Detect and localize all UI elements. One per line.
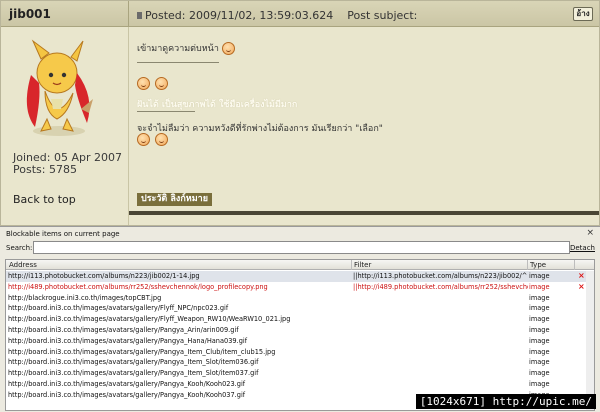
grin-icon: [154, 133, 168, 146]
row-address: http://board.ini3.co.th/images/avatars/g…: [8, 379, 246, 388]
divider: [137, 111, 195, 112]
post-icon: [137, 12, 142, 19]
row-type: image: [529, 336, 550, 345]
forum-post: jib001 Posted: 2009/11/02, 13:59:03.624 …: [0, 0, 600, 226]
vertical-scrollbar[interactable]: [586, 271, 594, 410]
table-row[interactable]: http://board.ini3.co.th/images/avatars/g…: [6, 303, 594, 314]
row-type: image: [529, 315, 550, 324]
search-label: Search:: [6, 244, 33, 252]
post-subject-label: Post subject:: [347, 9, 418, 22]
table-header: Address Filter Type: [6, 260, 594, 270]
grin-icon: [137, 77, 150, 90]
post-line: ฝันได้ เป็นสุขภาพได้ ใช้มือเครื่องไม้มีม…: [137, 100, 298, 110]
grin-icon: [154, 77, 168, 90]
back-to-top-link[interactable]: Back to top: [13, 193, 76, 206]
column-separator[interactable]: [527, 260, 528, 270]
table-row[interactable]: http://i489.photobucket.com/albums/rr252…: [6, 282, 594, 293]
post-line: จะจำไม่ลืมว่า ความหวังดีที่รักพ่างไม่ต้อ…: [137, 124, 383, 134]
column-separator[interactable]: [351, 260, 352, 270]
table-row[interactable]: http://board.ini3.co.th/images/avatars/g…: [6, 325, 594, 336]
row-address: http://board.ini3.co.th/images/avatars/g…: [8, 315, 291, 324]
row-address: http://i113.photobucket.com/albums/n223/…: [8, 272, 200, 280]
column-header-type[interactable]: Type: [530, 261, 546, 269]
profile-header: jib001: [1, 1, 129, 27]
row-type: image: [529, 282, 550, 291]
items-table: Address Filter Type http://i113.photobuc…: [5, 259, 595, 411]
post-line-text: เข้ามาดูความต่บหน้า: [137, 44, 219, 54]
table-row[interactable]: http://board.ini3.co.th/images/avatars/g…: [6, 314, 594, 325]
row-type: image: [529, 272, 550, 280]
row-type: image: [529, 304, 550, 313]
row-type: image: [529, 369, 550, 378]
smiley-icon: [221, 42, 235, 55]
remove-icon[interactable]: ×: [578, 282, 585, 291]
row-address: http://i489.photobucket.com/albums/rr252…: [8, 282, 268, 291]
smiley-row: [137, 77, 168, 90]
footer-watermark: [1024x671] http://upic.me/: [415, 394, 596, 409]
row-address: http://board.ini3.co.th/images/avatars/g…: [8, 358, 259, 367]
column-header-filter[interactable]: Filter: [354, 261, 371, 269]
row-type: image: [529, 379, 550, 388]
panel-title: Blockable items on current page: [6, 230, 120, 238]
row-address: http://board.ini3.co.th/images/avatars/g…: [8, 347, 276, 356]
divider: [137, 62, 219, 63]
post-meta: Posted: 2009/11/02, 13:59:03.624 Post su…: [137, 9, 417, 22]
table-row[interactable]: http://i113.photobucket.com/albums/n223/…: [6, 271, 594, 282]
row-type: image: [529, 293, 550, 302]
column-header-address[interactable]: Address: [9, 261, 37, 269]
row-address: http://board.ini3.co.th/images/avatars/g…: [8, 369, 259, 378]
post-count: Posts: 5785: [13, 163, 77, 176]
row-address: http://board.ini3.co.th/images/avatars/g…: [8, 390, 246, 399]
column-separator[interactable]: [574, 260, 575, 270]
profile-panel: Joined: 05 Apr 2007 Posts: 5785 Back to …: [1, 27, 129, 225]
table-row[interactable]: http://board.ini3.co.th/images/avatars/g…: [6, 357, 594, 368]
post-header: Posted: 2009/11/02, 13:59:03.624 Post su…: [129, 1, 599, 27]
signature-divider: [129, 211, 599, 215]
row-address: http://blackrogue.ini3.co.th/images/topC…: [8, 293, 162, 302]
row-type: image: [529, 347, 550, 356]
detach-link[interactable]: Detach: [570, 244, 595, 252]
posted-date: Posted: 2009/11/02, 13:59:03.624: [145, 9, 334, 22]
close-icon[interactable]: ×: [586, 228, 594, 238]
row-filter: ||http://i113.photobucket.com/albums/n22…: [353, 272, 528, 280]
username[interactable]: jib001: [9, 7, 51, 21]
row-address: http://board.ini3.co.th/images/avatars/g…: [8, 336, 248, 345]
grin-icon: [137, 133, 150, 146]
blockable-items-panel: Blockable items on current page × Search…: [0, 226, 600, 412]
table-row[interactable]: http://blackrogue.ini3.co.th/images/topC…: [6, 293, 594, 304]
table-row[interactable]: http://board.ini3.co.th/images/avatars/g…: [6, 379, 594, 390]
avatar: [26, 39, 93, 136]
table-row[interactable]: http://board.ini3.co.th/images/avatars/g…: [6, 368, 594, 379]
search-input[interactable]: [33, 241, 570, 254]
row-type: image: [529, 325, 550, 334]
table-row[interactable]: http://board.ini3.co.th/images/avatars/g…: [6, 336, 594, 347]
row-address: http://board.ini3.co.th/images/avatars/g…: [8, 304, 229, 313]
table-row[interactable]: http://board.ini3.co.th/images/avatars/g…: [6, 347, 594, 358]
table-body: http://i113.photobucket.com/albums/n223/…: [6, 271, 594, 401]
post-body: เข้ามาดูความต่บหน้า ฝันได้ เป็นสุขภาพได้…: [129, 27, 599, 225]
quote-button[interactable]: อ้าง: [573, 7, 593, 21]
row-filter: ||http://i489.photobucket.com/albums/rr2…: [353, 282, 528, 291]
row-type: image: [529, 358, 550, 367]
row-address: http://board.ini3.co.th/images/avatars/g…: [8, 325, 239, 334]
smiley-row: [137, 133, 168, 146]
post-line: เข้ามาดูความต่บหน้า: [137, 41, 235, 55]
remove-icon[interactable]: ×: [578, 271, 585, 280]
signature-link[interactable]: ประวัติ ลิงก์หมาย: [137, 193, 212, 206]
